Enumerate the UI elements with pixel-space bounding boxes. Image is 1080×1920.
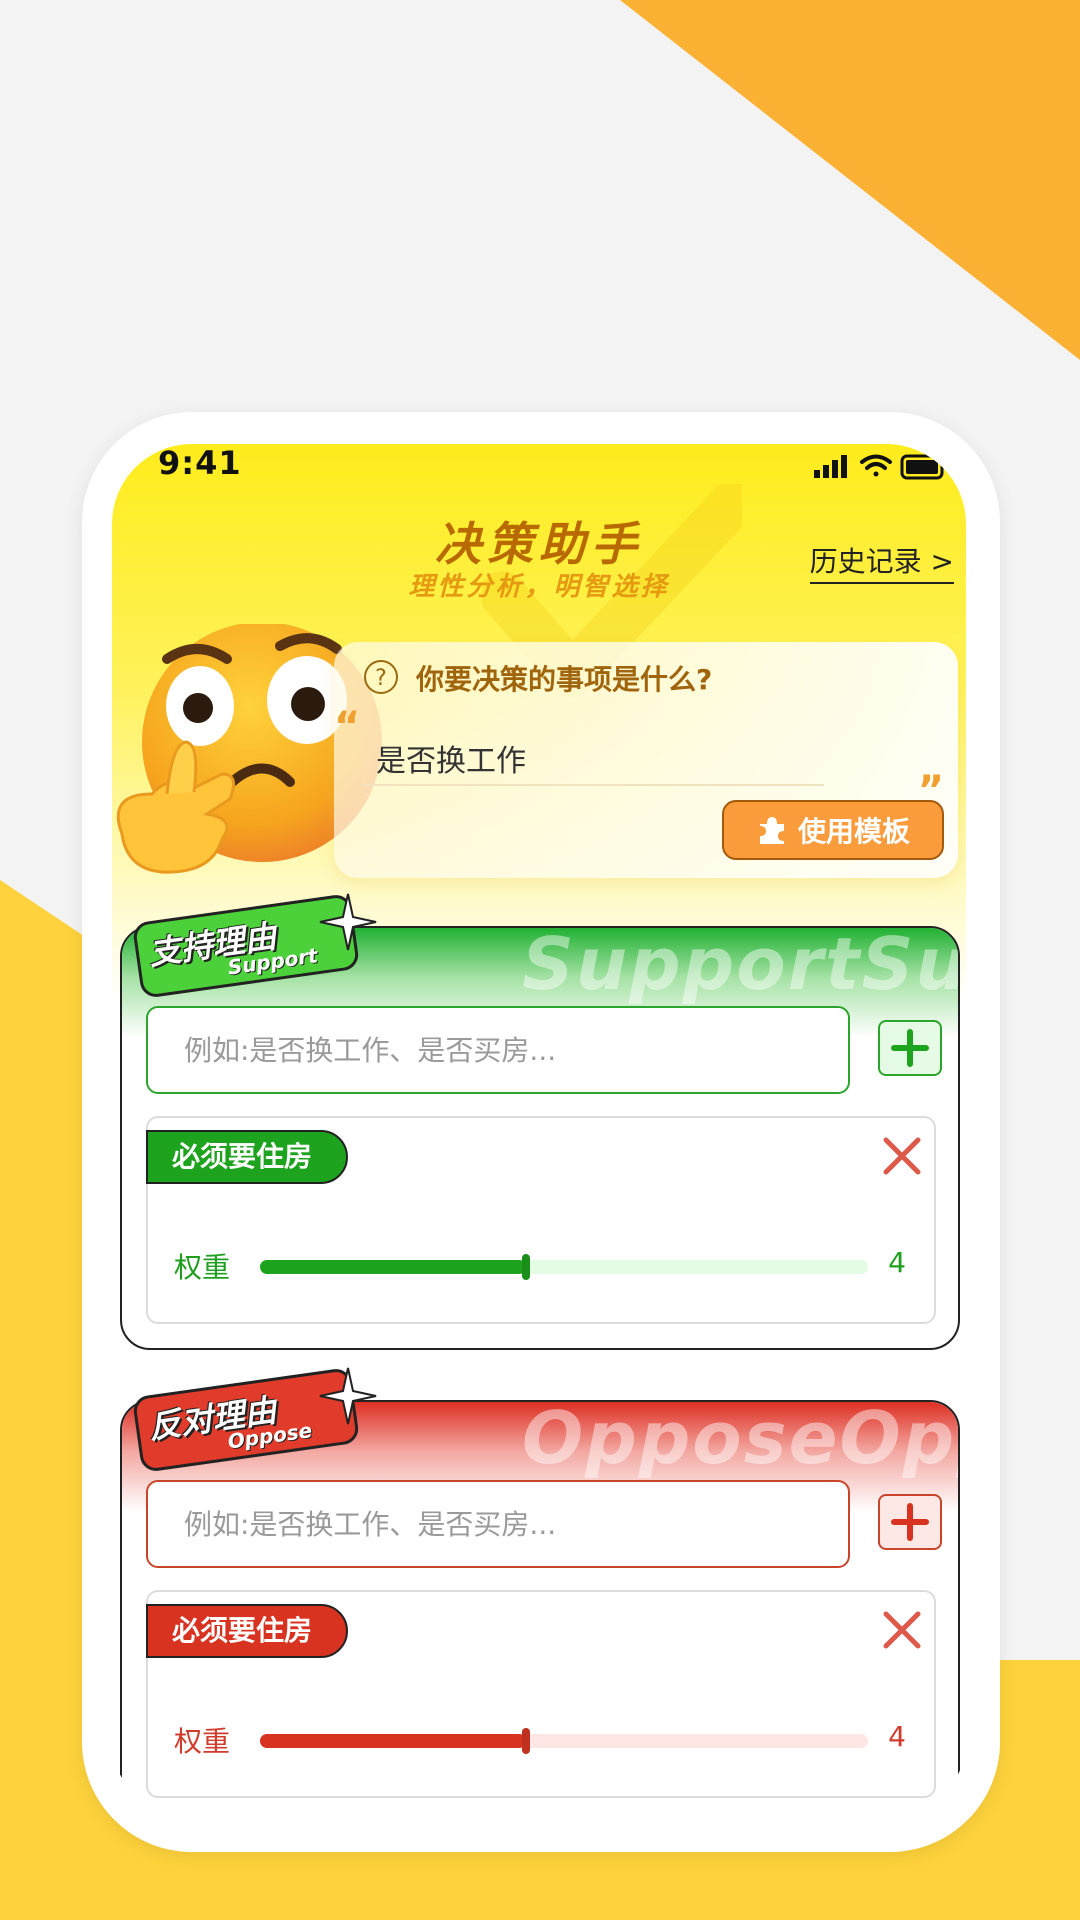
support-watermark: SupportSupport [522,928,958,1006]
reason-tag: 必须要住房 [146,1130,349,1184]
question-card: ? 你要决策的事项是什么? “ ” 使用模板 [334,642,958,878]
history-link[interactable]: 历史记录 > [809,540,954,584]
weight-label: 权重 [174,1251,231,1284]
support-reason-input[interactable] [146,1006,850,1094]
signal-icon [814,455,847,478]
weight-value: 4 [888,1720,906,1753]
support-reason-item: 必须要住房 权重 4 [146,1116,936,1324]
weight-label: 权重 [174,1725,231,1758]
weight-slider-fill [260,1260,526,1274]
oppose-reason-input[interactable] [146,1480,850,1568]
open-quote-icon: “ [334,704,361,750]
weight-slider[interactable] [260,1254,868,1280]
reason-tag: 必须要住房 [146,1604,349,1658]
status-icons [814,452,944,486]
oppose-add-button[interactable] [878,1494,942,1550]
weight-slider-thumb[interactable] [522,1254,530,1280]
puzzle-icon [759,817,784,844]
battery-icon [900,454,944,480]
support-section: SupportSupport 支持理由 Support 必须要住房 权重 4 [120,893,960,1350]
weight-slider[interactable] [260,1728,868,1754]
weight-slider-fill [260,1734,526,1748]
support-add-button[interactable] [878,1020,942,1076]
close-icon[interactable] [880,1608,924,1652]
use-template-button[interactable]: 使用模板 [722,800,944,860]
status-time: 9:41 [158,444,242,482]
sparkle-icon [319,1367,377,1425]
wifi-icon [860,454,892,477]
use-template-label: 使用模板 [797,815,910,848]
weight-slider-thumb[interactable] [522,1728,530,1754]
sparkle-icon [319,893,377,951]
oppose-section: OpposeOppose 反对理由 Oppose 必须要住房 权重 4 [120,1367,960,1812]
oppose-reason-item: 必须要住房 权重 4 [146,1590,936,1798]
close-icon[interactable] [880,1134,924,1178]
decision-input[interactable] [364,732,824,786]
question-icon: ? [364,660,398,694]
oppose-watermark: OpposeOppose [522,1402,958,1480]
weight-value: 4 [888,1246,906,1279]
plus-icon [891,1503,929,1541]
plus-icon [891,1029,929,1067]
app-screen: 9:41 决策助手 理性分析，明智选择 历史记录 > ? 你要决策的事项是什么?… [112,444,966,1812]
question-label: 你要决策的事项是什么? [416,663,713,696]
